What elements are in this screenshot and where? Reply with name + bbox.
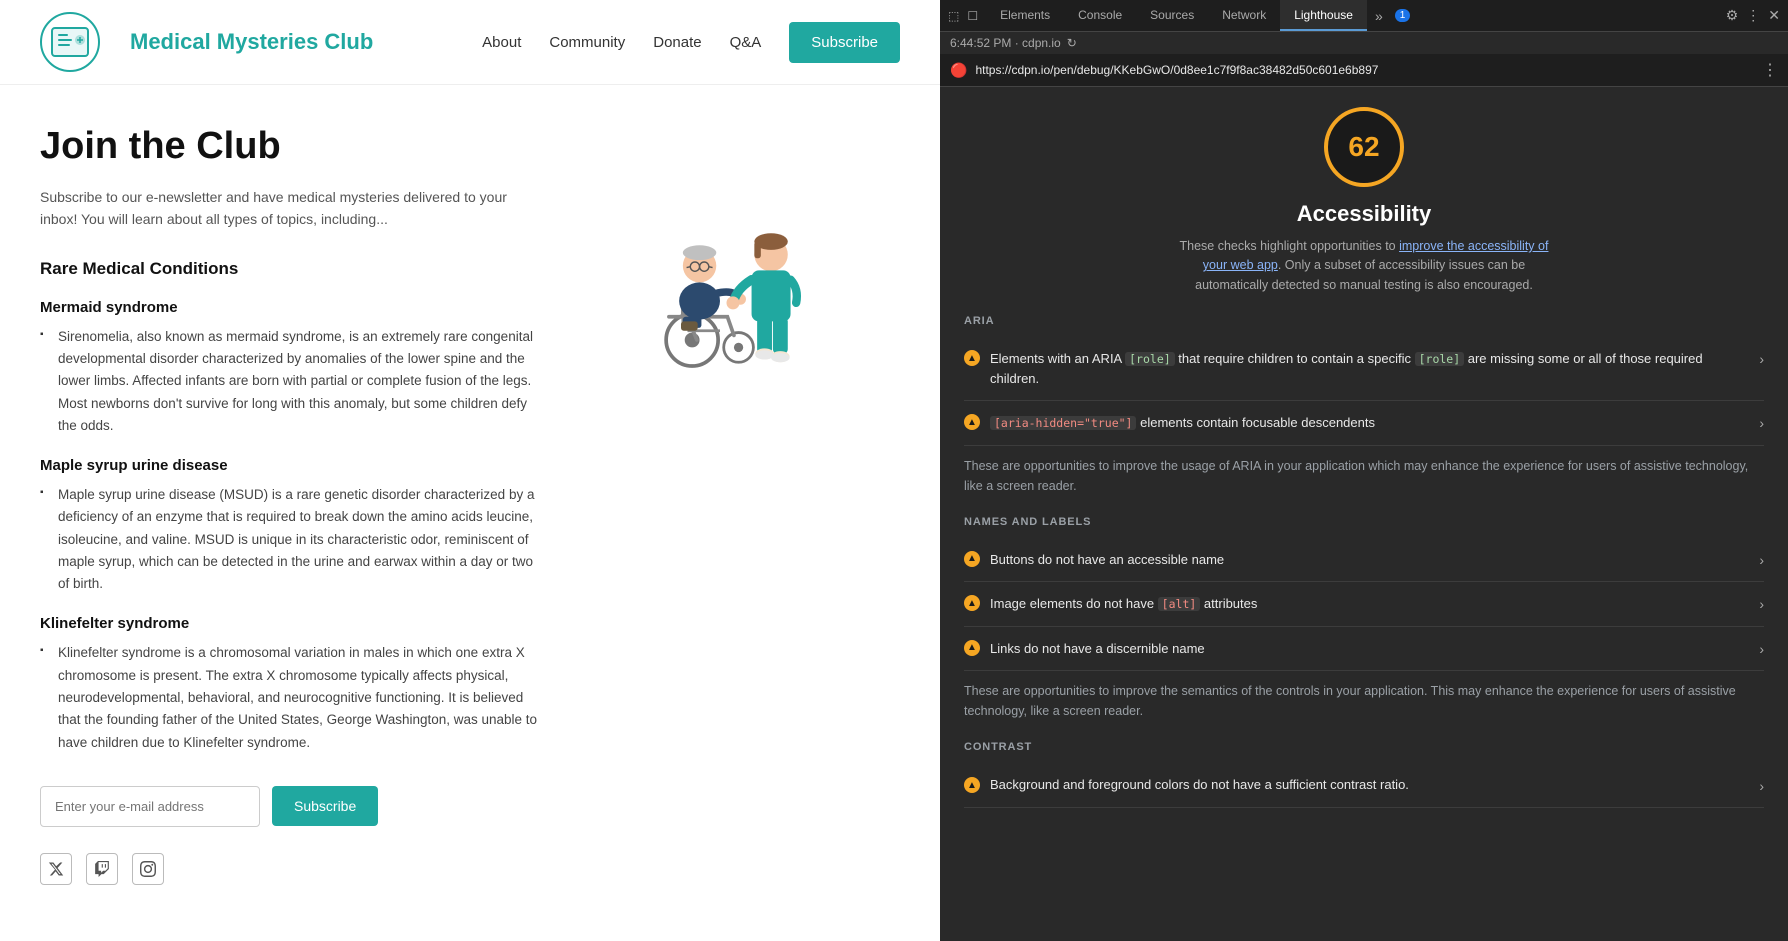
names-item-1-text: Buttons do not have an accessible name: [990, 550, 1741, 570]
chevron-icon-6: ›: [1759, 778, 1764, 794]
aria-item-1[interactable]: ▲ Elements with an ARIA [role] that requ…: [964, 337, 1764, 401]
instagram-icon[interactable]: [132, 853, 164, 885]
condition-list-klinefelter: Klinefelter syndrome is a chromosomal va…: [40, 642, 540, 753]
chevron-icon-1: ›: [1759, 351, 1764, 367]
list-item: Maple syrup urine disease (MSUD) is a ra…: [40, 484, 540, 595]
devtools-tabs: Elements Console Sources Network Lightho…: [986, 0, 1410, 31]
chevron-icon-3: ›: [1759, 552, 1764, 568]
score-description: These checks highlight opportunities to …: [1174, 237, 1554, 295]
chevron-icon-5: ›: [1759, 641, 1764, 657]
main-content: Join the Club Subscribe to our e-newslet…: [0, 85, 940, 925]
section-aria-label: ARIA: [964, 315, 1764, 327]
condition-list-mermaid: Sirenomelia, also known as mermaid syndr…: [40, 326, 540, 437]
twitch-icon[interactable]: [86, 853, 118, 885]
warning-icon-4: ▲: [964, 595, 980, 611]
section-contrast-label: CONTRAST: [964, 741, 1764, 753]
email-field[interactable]: [40, 786, 260, 827]
list-item: Klinefelter syndrome is a chromosomal va…: [40, 642, 540, 753]
chevron-icon-2: ›: [1759, 415, 1764, 431]
website-panel: Medical Mysteries Club About Community D…: [0, 0, 940, 941]
devtools-urlbar: 🔴 https://cdpn.io/pen/debug/KKebGwO/0d8e…: [940, 54, 1788, 87]
aria-item-1-text: Elements with an ARIA [role] that requir…: [990, 349, 1741, 388]
site-logo: [40, 12, 100, 72]
dt-badge: 1: [1395, 9, 1411, 22]
devtools-timestamp: 6:44:52 PM · cdpn.io ↻: [940, 32, 1788, 54]
nav-qa[interactable]: Q&A: [730, 34, 762, 51]
nav-about[interactable]: About: [482, 34, 521, 51]
close-devtools-icon[interactable]: ✕: [1768, 7, 1780, 24]
nav-links: About Community Donate Q&A Subscribe: [482, 22, 900, 63]
score-number: 62: [1348, 131, 1379, 163]
names-item-3[interactable]: ▲ Links do not have a discernible name ›: [964, 627, 1764, 672]
timestamp-text: 6:44:52 PM · cdpn.io: [950, 36, 1061, 50]
subscribe-row: Subscribe: [40, 786, 540, 827]
score-title: Accessibility: [1297, 201, 1432, 227]
nav-community[interactable]: Community: [549, 34, 625, 51]
warning-icon-3: ▲: [964, 551, 980, 567]
section-title: Rare Medical Conditions: [40, 259, 540, 279]
devtools-panel: ⬚ ☐ Elements Console Sources Network Lig…: [940, 0, 1788, 941]
tab-sources[interactable]: Sources: [1136, 0, 1208, 31]
warning-icon-2: ▲: [964, 414, 980, 430]
security-icon: 🔴: [950, 62, 967, 79]
twitter-icon[interactable]: [40, 853, 72, 885]
contrast-item-1-text: Background and foreground colors do not …: [990, 775, 1741, 795]
names-item-1[interactable]: ▲ Buttons do not have an accessible name…: [964, 538, 1764, 583]
aria-item-2[interactable]: ▲ [aria-hidden="true"] elements contain …: [964, 401, 1764, 446]
tab-console[interactable]: Console: [1064, 0, 1136, 31]
settings-icon[interactable]: ⚙: [1726, 7, 1739, 24]
refresh-icon[interactable]: ↻: [1067, 36, 1077, 50]
condition-title-klinefelter: Klinefelter syndrome: [40, 615, 540, 632]
cursor-icon[interactable]: ⬚: [948, 9, 959, 23]
devtools-icons: ⚙ ⋮ ✕: [1726, 7, 1780, 24]
more-tabs-icon[interactable]: »: [1375, 8, 1383, 24]
warning-icon-1: ▲: [964, 350, 980, 366]
contrast-item-1[interactable]: ▲ Background and foreground colors do no…: [964, 763, 1764, 808]
condition-list-maple: Maple syrup urine disease (MSUD) is a ra…: [40, 484, 540, 595]
more-options-icon[interactable]: ⋮: [1746, 7, 1760, 24]
nav-subscribe-button[interactable]: Subscribe: [789, 22, 900, 63]
names-item-3-text: Links do not have a discernible name: [990, 639, 1741, 659]
list-item: Sirenomelia, also known as mermaid syndr…: [40, 326, 540, 437]
social-row: [40, 853, 540, 885]
navigation: Medical Mysteries Club About Community D…: [0, 0, 940, 85]
aria-opportunity-text: These are opportunities to improve the u…: [964, 456, 1764, 496]
names-item-2[interactable]: ▲ Image elements do not have [alt] attri…: [964, 582, 1764, 627]
tab-elements[interactable]: Elements: [986, 0, 1064, 31]
names-opportunity-text: These are opportunities to improve the s…: [964, 681, 1764, 721]
aria-item-2-text: [aria-hidden="true"] elements contain fo…: [990, 413, 1741, 433]
names-item-2-text: Image elements do not have [alt] attribu…: [990, 594, 1741, 614]
devtools-content: 62 Accessibility These checks highlight …: [940, 87, 1788, 941]
warning-icon-6: ▲: [964, 777, 980, 793]
url-text: https://cdpn.io/pen/debug/KKebGwO/0d8ee1…: [975, 63, 1754, 77]
content-right: [580, 125, 860, 885]
condition-title-mermaid: Mermaid syndrome: [40, 299, 540, 316]
warning-icon-5: ▲: [964, 640, 980, 656]
page-title: Join the Club: [40, 125, 540, 168]
section-names-label: NAMES AND LABELS: [964, 516, 1764, 528]
tab-lighthouse[interactable]: Lighthouse: [1280, 0, 1367, 31]
score-circle: 62: [1324, 107, 1404, 187]
site-title: Medical Mysteries Club: [130, 29, 373, 55]
condition-title-maple: Maple syrup urine disease: [40, 457, 540, 474]
page-subtitle: Subscribe to our e-newsletter and have m…: [40, 186, 540, 231]
url-menu-icon[interactable]: ⋮: [1762, 60, 1778, 80]
devtools-topbar: ⬚ ☐ Elements Console Sources Network Lig…: [940, 0, 1788, 32]
nav-donate[interactable]: Donate: [653, 34, 701, 51]
tab-network[interactable]: Network: [1208, 0, 1280, 31]
subscribe-button[interactable]: Subscribe: [272, 786, 378, 826]
illustration: [590, 145, 850, 382]
device-icon[interactable]: ☐: [967, 9, 978, 23]
score-container: 62 Accessibility These checks highlight …: [964, 107, 1764, 295]
chevron-icon-4: ›: [1759, 596, 1764, 612]
content-left: Join the Club Subscribe to our e-newslet…: [40, 125, 540, 885]
